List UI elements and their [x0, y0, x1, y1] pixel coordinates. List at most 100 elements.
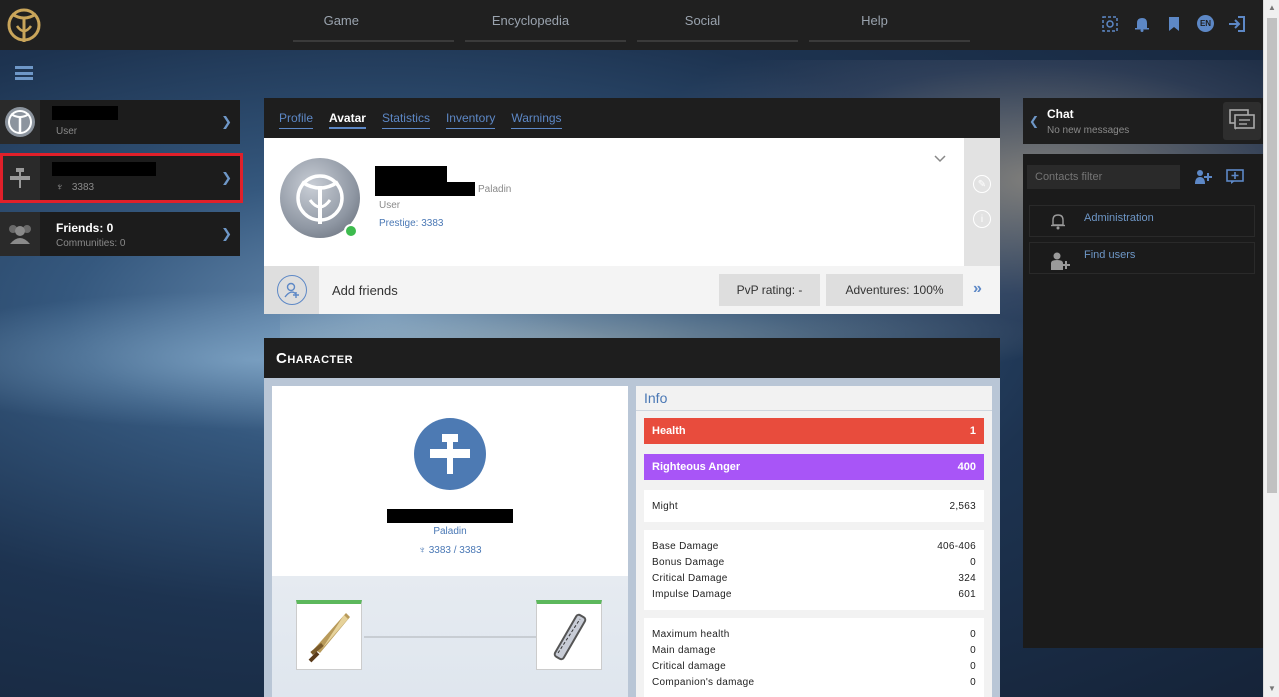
- profile-side-actions: ✎ i: [964, 138, 1000, 266]
- contact-find-users[interactable]: Find users: [1029, 242, 1255, 274]
- adventures-progress: Adventures: 100%: [826, 274, 963, 306]
- logout-icon[interactable]: [1228, 15, 1246, 33]
- user-role: User: [56, 126, 78, 137]
- tab-statistics[interactable]: Statistics: [381, 111, 430, 129]
- health-bar: Health 1: [644, 418, 984, 444]
- stat-row: Main damage 0: [652, 642, 976, 658]
- info-title: Info: [644, 390, 668, 406]
- tab-warnings[interactable]: Warnings: [511, 111, 562, 129]
- communities-count: Communities: 0: [56, 238, 126, 249]
- tab-profile[interactable]: Profile: [279, 111, 314, 129]
- chat-title: Chat: [1047, 107, 1074, 121]
- character-class: Paladin: [433, 526, 467, 537]
- scroll-item-icon: [553, 613, 587, 660]
- user-card[interactable]: User ❯: [0, 100, 240, 144]
- chat-header[interactable]: ❮ Chat No new messages: [1023, 98, 1263, 144]
- character-section: Paladin ♆ 3383 / 3383 Info Health 1 Righ…: [264, 378, 1000, 697]
- tab-avatar[interactable]: Avatar: [329, 111, 366, 129]
- stat-value: 324: [958, 572, 976, 584]
- stat-value: 0: [970, 676, 976, 688]
- stat-row: Might 2,563: [652, 498, 976, 514]
- selection-highlight: [0, 153, 243, 203]
- scroll-up-arrow-icon[interactable]: ▲: [1264, 0, 1279, 16]
- divider: [636, 410, 992, 411]
- chat-bubble-icon: [1229, 109, 1255, 130]
- chat-panel: Administration Find users: [1023, 154, 1263, 648]
- chevron-right-icon[interactable]: ❯: [221, 226, 232, 242]
- health-value: 1: [969, 425, 976, 437]
- chat-subtitle: No new messages: [1047, 125, 1130, 136]
- chevron-left-icon[interactable]: ❮: [1029, 114, 1039, 128]
- nav-social[interactable]: Social: [637, 0, 798, 42]
- prestige-icon: ♆: [418, 545, 426, 556]
- offhand-slot[interactable]: [536, 600, 602, 670]
- character-prestige: ♆ 3383 / 3383: [272, 545, 628, 556]
- profile-card: Paladin User Prestige: 3383: [264, 138, 964, 266]
- bell-icon[interactable]: [1133, 15, 1151, 33]
- profile-prestige: Prestige: 3383: [379, 218, 444, 229]
- bookmark-icon[interactable]: [1165, 15, 1183, 33]
- double-chevron-right-icon[interactable]: »: [973, 280, 982, 298]
- righteous-anger-bar: Righteous Anger 400: [644, 454, 984, 480]
- screenshot-icon[interactable]: [1101, 15, 1119, 33]
- stat-value: 406-406: [937, 540, 976, 552]
- add-friend-button[interactable]: [264, 266, 319, 314]
- friends-card[interactable]: Friends: 0 Communities: 0 ❯: [0, 212, 240, 256]
- chat-toggle-button[interactable]: [1223, 102, 1261, 140]
- stat-row: Maximum health 0: [652, 626, 976, 642]
- redacted-username: [52, 106, 118, 120]
- stat-label: Might: [652, 500, 678, 512]
- equipment-panel: [272, 576, 628, 697]
- stat-label: Bonus Damage: [652, 556, 725, 568]
- friends-icon: [0, 212, 40, 256]
- weapon-slot[interactable]: [296, 600, 362, 670]
- scroll-down-arrow-icon[interactable]: ▼: [1264, 681, 1279, 697]
- stat-row: Critical Damage 324: [652, 570, 976, 586]
- contacts-filter-input[interactable]: [1027, 165, 1180, 189]
- add-friends-label[interactable]: Add friends: [332, 283, 398, 298]
- stat-label: Critical Damage: [652, 572, 728, 584]
- health-label: Health: [652, 425, 686, 437]
- nav-encyclopedia[interactable]: Encyclopedia: [465, 0, 626, 42]
- top-bar: Game Encyclopedia Social Help EN: [0, 0, 1263, 50]
- tab-inventory[interactable]: Inventory: [445, 111, 496, 129]
- stat-label: Maximum health: [652, 628, 730, 640]
- info-icon[interactable]: i: [973, 210, 991, 228]
- redacted-profile-name: [375, 166, 447, 182]
- stat-row: Companion's damage 0: [652, 674, 976, 690]
- stat-value: 0: [970, 628, 976, 640]
- contact-administration[interactable]: Administration: [1029, 205, 1255, 237]
- pvp-rating: PvP rating: -: [719, 274, 820, 306]
- character-class-emblem: [414, 418, 486, 490]
- chevron-down-icon[interactable]: [934, 152, 946, 166]
- menu-icon[interactable]: [15, 66, 33, 80]
- character-summary: Paladin ♆ 3383 / 3383: [272, 386, 628, 576]
- stat-label: Companion's damage: [652, 676, 755, 688]
- profile-actions-bar: Add friends PvP rating: - Adventures: 10…: [264, 266, 1000, 314]
- sword-icon: [308, 612, 350, 662]
- profile-tabs-bar: Profile Avatar Statistics Inventory Warn…: [264, 98, 1000, 138]
- main-nav: Game Encyclopedia Social Help: [293, 0, 981, 50]
- chevron-right-icon[interactable]: ❯: [221, 114, 232, 130]
- page-scrollbar[interactable]: ▲ ▼: [1263, 0, 1279, 697]
- user-avatar: [0, 100, 40, 144]
- scroll-thumb[interactable]: [1267, 18, 1277, 493]
- character-section-header: Character: [264, 338, 1000, 378]
- add-contact-icon[interactable]: [1194, 168, 1212, 186]
- stat-value: 0: [970, 660, 976, 672]
- new-conversation-icon[interactable]: [1226, 168, 1244, 186]
- character-prestige-value: 3383 / 3383: [428, 545, 482, 556]
- top-icons: EN: [1101, 15, 1246, 33]
- nav-game[interactable]: Game: [293, 0, 454, 42]
- stat-row: Bonus Damage 0: [652, 554, 976, 570]
- game-logo-icon[interactable]: [6, 6, 42, 44]
- bell-icon: [1050, 212, 1066, 235]
- nav-help[interactable]: Help: [809, 0, 970, 42]
- language-icon[interactable]: EN: [1197, 15, 1214, 32]
- stat-label: Critical damage: [652, 660, 726, 672]
- stat-value: 0: [970, 556, 976, 568]
- contact-label: Administration: [1084, 212, 1154, 224]
- equipment-connector: [364, 636, 536, 638]
- edit-icon[interactable]: ✎: [973, 175, 991, 193]
- profile-role: User: [379, 200, 401, 211]
